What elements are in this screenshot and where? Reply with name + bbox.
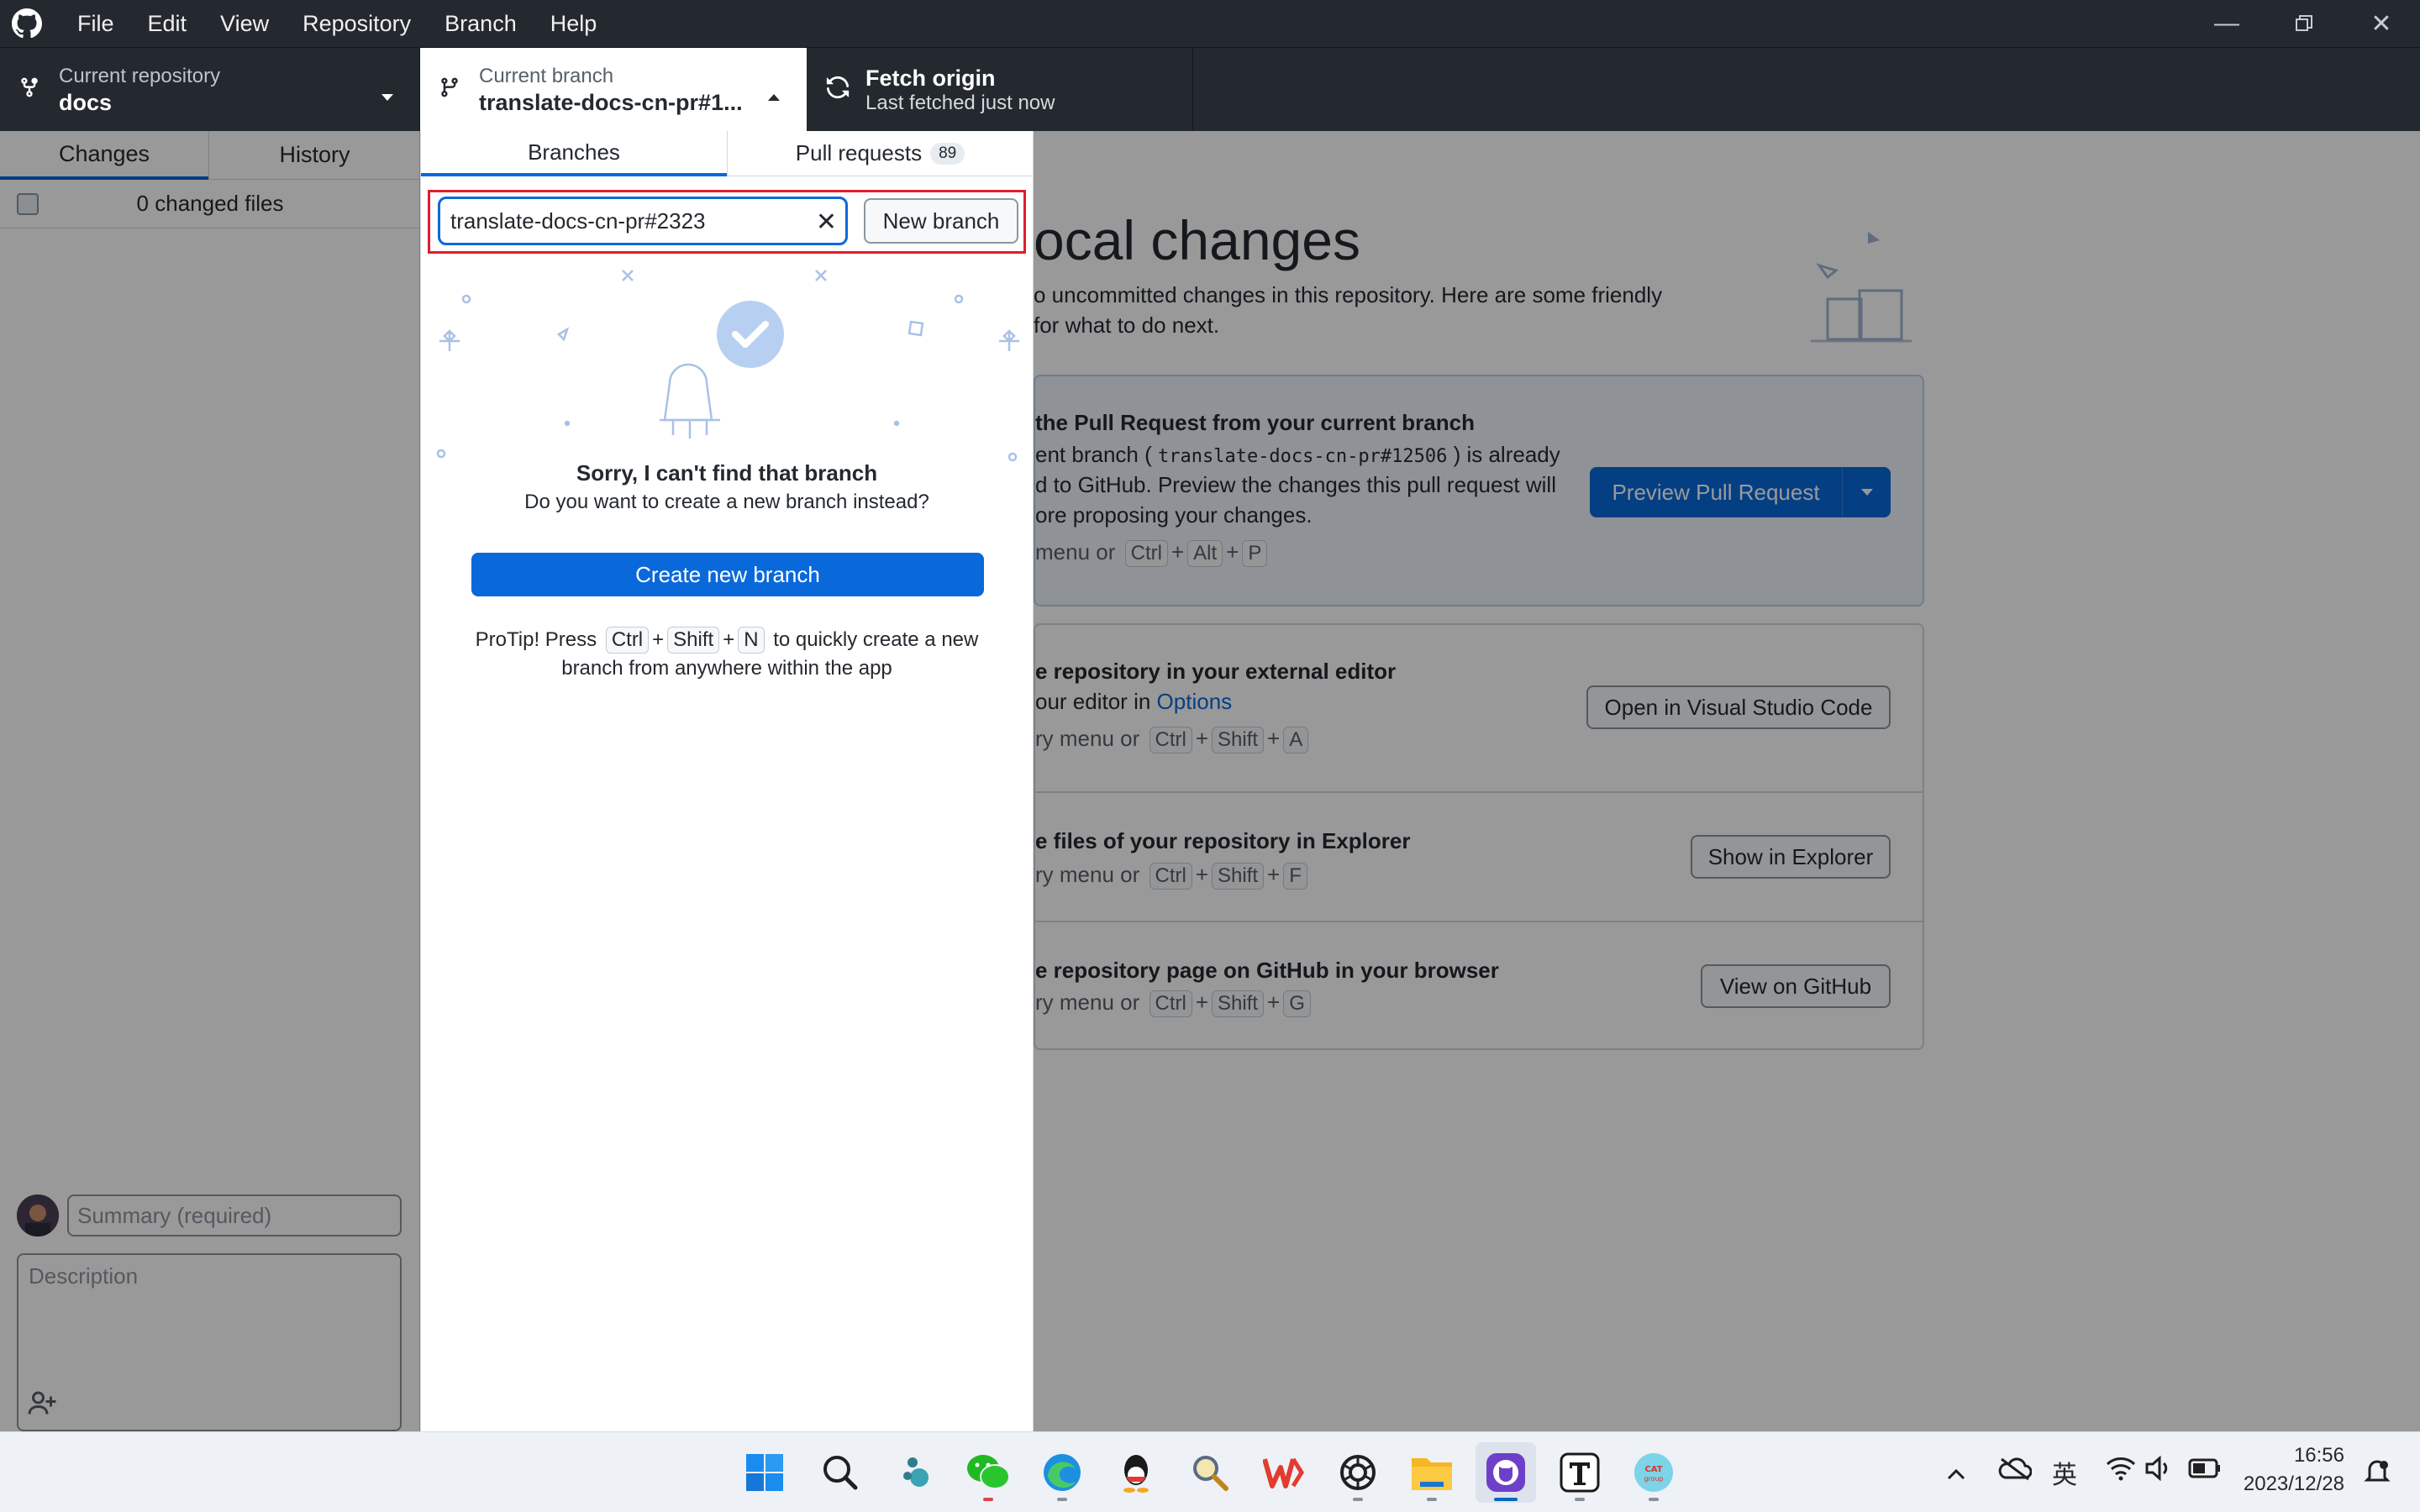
menu-branch[interactable]: Branch — [428, 0, 534, 47]
everything-search-icon[interactable] — [1180, 1442, 1240, 1503]
chatgpt-icon[interactable] — [1328, 1442, 1388, 1503]
tray-overflow-icon[interactable] — [1946, 1461, 1966, 1487]
battery-icon[interactable] — [2188, 1457, 2222, 1485]
no-branch-illustration-icon — [433, 265, 1021, 473]
new-branch-button[interactable]: New branch — [864, 198, 1018, 244]
clock-date[interactable]: 2023/12/28 — [2218, 1473, 2344, 1496]
cat-group-icon[interactable]: CAT group — [1623, 1442, 1684, 1503]
running-indicator — [1575, 1498, 1585, 1501]
running-indicator — [983, 1498, 993, 1501]
menu-repository[interactable]: Repository — [286, 0, 428, 47]
fetch-origin-title: Fetch origin — [865, 65, 996, 91]
edge-browser-icon[interactable] — [1032, 1442, 1092, 1503]
protip-pre: ProTip! Press — [475, 628, 597, 651]
search-icon[interactable] — [810, 1442, 871, 1503]
onedrive-offline-icon[interactable] — [1998, 1456, 2033, 1487]
github-logo-icon — [12, 0, 42, 47]
typora-icon[interactable] — [1549, 1442, 1610, 1503]
tab-pull-requests[interactable]: Pull requests 89 — [727, 131, 1033, 176]
restore-icon[interactable] — [2265, 0, 2343, 47]
branch-dropdown: Branches Pull requests 89 translate-docs… — [420, 131, 1034, 1431]
running-indicator — [1649, 1498, 1659, 1501]
svg-text:group: group — [1644, 1475, 1663, 1483]
modal-backdrop[interactable] — [0, 131, 2420, 1431]
kbd-n: N — [738, 627, 765, 654]
close-window-icon[interactable]: ✕ — [2343, 0, 2420, 47]
fetch-origin-subtitle: Last fetched just now — [865, 91, 1055, 114]
repo-icon — [18, 75, 44, 106]
wps-office-icon[interactable] — [1254, 1442, 1314, 1503]
wifi-icon[interactable] — [2106, 1456, 2136, 1487]
chevron-up-icon — [766, 83, 781, 109]
running-indicator — [1353, 1498, 1363, 1501]
tab-pull-requests-label: Pull requests — [795, 140, 923, 165]
minimize-icon[interactable]: — — [2188, 0, 2265, 47]
tab-branches[interactable]: Branches — [421, 131, 727, 176]
kbd-ctrl: Ctrl — [605, 627, 650, 654]
protip-line-2: branch from anywhere within the app — [561, 657, 892, 680]
empty-state-subtitle: Do you want to create a new branch inste… — [524, 491, 929, 513]
current-repository-label: Current repository — [59, 64, 221, 87]
create-new-branch-button[interactable]: Create new branch — [471, 553, 984, 596]
menu-file[interactable]: File — [60, 0, 131, 47]
toolbar: Current repository docs Current branch t… — [0, 47, 2420, 132]
fetch-origin-button[interactable]: Fetch origin Last fetched just now — [807, 48, 1193, 132]
branch-filter-value: translate-docs-cn-pr#2323 — [450, 207, 706, 234]
menu-view[interactable]: View — [203, 0, 286, 47]
empty-state-title: Sorry, I can't find that branch — [576, 460, 878, 486]
clock-time[interactable]: 16:56 — [2235, 1444, 2344, 1467]
current-branch-label: Current branch — [479, 64, 614, 87]
clear-filter-icon[interactable]: ✕ — [816, 207, 837, 237]
wechat-icon[interactable] — [958, 1442, 1018, 1503]
notifications-icon[interactable] — [2363, 1457, 2391, 1492]
windows-taskbar: CAT group 英 16:56 2023/12/28 — [0, 1431, 2420, 1512]
sync-icon — [825, 75, 850, 106]
ime-indicator[interactable]: 英 — [2052, 1454, 2077, 1491]
chevron-down-icon — [380, 83, 395, 109]
current-branch-button[interactable]: Current branch translate-docs-cn-pr#1... — [420, 48, 807, 132]
branch-icon — [439, 75, 464, 106]
branch-filter-input[interactable]: translate-docs-cn-pr#2323 ✕ — [438, 197, 848, 245]
window-controls: — ✕ — [2188, 0, 2420, 47]
menu-help[interactable]: Help — [534, 0, 614, 47]
active-indicator — [1494, 1498, 1518, 1501]
running-indicator — [1057, 1498, 1067, 1501]
menu-bar: File Edit View Repository Branch Help — [60, 0, 613, 47]
svg-text:CAT: CAT — [1644, 1465, 1662, 1474]
current-branch-value: translate-docs-cn-pr#1... — [479, 89, 743, 115]
current-repository-value: docs — [59, 89, 113, 115]
menu-edit[interactable]: Edit — [131, 0, 204, 47]
protip-post: to quickly create a new — [773, 628, 979, 651]
kbd-shift: Shift — [667, 627, 720, 654]
title-bar: File Edit View Repository Branch Help — … — [0, 0, 2420, 47]
current-repository-button[interactable]: Current repository docs — [0, 48, 420, 132]
volume-icon[interactable] — [2144, 1455, 2173, 1487]
widgets-icon[interactable] — [886, 1442, 946, 1503]
qq-icon[interactable] — [1106, 1442, 1166, 1503]
pull-requests-count-badge: 89 — [930, 142, 965, 165]
windows-start-icon[interactable] — [734, 1442, 795, 1503]
protip-line-1: ProTip! Press Ctrl + Shift + N to quickly cr… — [421, 627, 1033, 654]
running-indicator — [1427, 1498, 1437, 1501]
github-desktop-icon[interactable] — [1476, 1442, 1536, 1503]
file-explorer-icon[interactable] — [1402, 1442, 1462, 1503]
